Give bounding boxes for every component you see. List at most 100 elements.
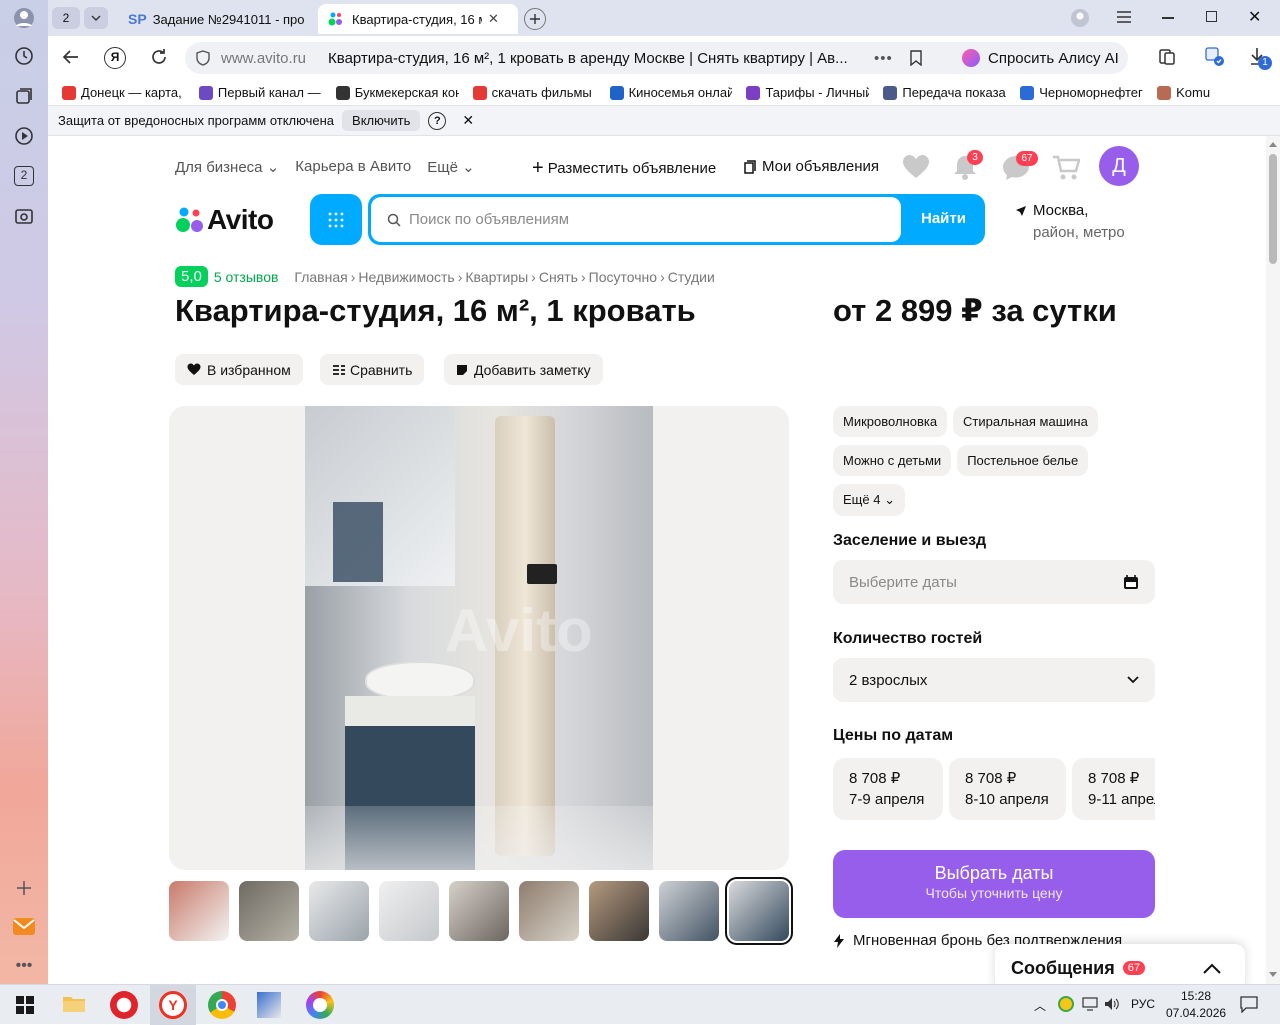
volume-icon[interactable] [1104, 997, 1120, 1014]
notification-center-icon[interactable] [1240, 995, 1258, 1016]
breadcrumb-link[interactable]: Недвижимость [358, 269, 454, 285]
page-scrollbar[interactable] [1266, 136, 1280, 984]
gallery-thumbnail[interactable] [589, 881, 649, 941]
tab-task[interactable]: SP Задание №2941011 - про [118, 4, 314, 34]
date-price-card[interactable]: 8 708 ₽7-9 апреля [833, 758, 943, 820]
tab-avito[interactable]: Квартира-студия, 16 м ✕ [318, 4, 518, 34]
scroll-up-icon[interactable] [1269, 142, 1277, 147]
tray-chevron-up-icon[interactable]: ︿ [1034, 997, 1046, 1014]
user-avatar[interactable]: Д [1099, 146, 1139, 186]
alice-button[interactable]: Спросить Алису AI [952, 42, 1128, 74]
downloads-icon[interactable]: 1 [1248, 46, 1272, 70]
tabs-counter-icon[interactable]: 2 [12, 164, 36, 188]
reload-icon[interactable] [150, 48, 168, 69]
gallery-thumbnail[interactable] [379, 881, 439, 941]
search-button[interactable]: Найти [921, 210, 966, 227]
breadcrumb-link[interactable]: Главная [294, 269, 347, 285]
amenities-more-button[interactable]: Ещё 4 ⌄ [833, 484, 905, 516]
close-window-icon[interactable]: ✕ [1248, 7, 1261, 27]
mail-icon[interactable] [12, 914, 36, 938]
bookmark-item[interactable]: Komu [1157, 85, 1280, 100]
color-wheel-app-icon[interactable] [306, 991, 334, 1019]
nav-more[interactable]: Ещё ⌄ [427, 158, 474, 176]
chevron-up-icon[interactable] [1203, 963, 1221, 974]
menu-icon[interactable] [1116, 10, 1132, 27]
reviews-link[interactable]: 5 отзывов [214, 269, 279, 285]
select-dates-button[interactable]: Выбрать даты Чтобы уточнить цену [833, 850, 1155, 918]
bookmark-item[interactable]: Передача показа [883, 85, 1006, 100]
post-ad-link[interactable]: + Разместить объявление [532, 157, 716, 180]
tab-count[interactable]: 2 [52, 7, 80, 29]
help-icon[interactable]: ? [428, 111, 447, 130]
dates-input[interactable]: Выберите даты [833, 560, 1155, 604]
taskbar-yandex-active[interactable]: Y [150, 985, 196, 1025]
gallery-thumbnail[interactable] [169, 881, 229, 941]
my-ads-link[interactable]: Мои объявления [744, 158, 879, 175]
date-price-card[interactable]: 8 708 ₽8-10 апреля [949, 758, 1066, 820]
gallery-thumbnail[interactable] [659, 881, 719, 941]
gallery-main[interactable]: Avito [169, 406, 789, 870]
play-icon[interactable] [12, 124, 36, 148]
windows-start-icon[interactable] [16, 996, 34, 1017]
breadcrumb-link[interactable]: Квартиры [465, 269, 528, 285]
bookmark-item[interactable]: Киносемья онлай [609, 85, 732, 100]
close-tab-icon[interactable]: ✕ [488, 11, 499, 27]
favorites-icon[interactable] [902, 154, 930, 183]
tray-device-icon[interactable] [1082, 997, 1098, 1014]
chrome-icon[interactable] [208, 991, 236, 1019]
yandex-icon[interactable]: Я [104, 47, 126, 69]
breadcrumb-link[interactable]: Студии [668, 269, 715, 285]
gallery-thumbnail[interactable] [309, 881, 369, 941]
app-icon[interactable] [257, 992, 281, 1018]
bookmark-item[interactable]: Тарифы - Личный [746, 85, 869, 100]
add-icon[interactable] [12, 876, 36, 900]
bookmark-item[interactable]: Донецк — карта, с [62, 85, 185, 100]
chevron-down-icon[interactable] [84, 7, 108, 29]
translate-icon[interactable] [1204, 46, 1226, 71]
gallery-thumbnail[interactable] [239, 881, 299, 941]
gallery-thumbnail[interactable] [519, 881, 579, 941]
more-icon[interactable]: ••• [12, 954, 36, 978]
omnibox[interactable]: www.avito.ru Квартира-студия, 16 м², 1 к… [185, 42, 995, 74]
back-icon[interactable] [62, 48, 80, 69]
location-selector[interactable]: Москва, район, метро [1015, 200, 1125, 244]
account-icon[interactable] [1070, 8, 1090, 31]
guests-select[interactable]: 2 взрослых [833, 658, 1155, 702]
shield-icon[interactable] [195, 50, 211, 66]
cart-icon[interactable] [1052, 155, 1081, 184]
compare-button[interactable]: Сравнить [320, 354, 425, 385]
scroll-down-icon[interactable] [1269, 972, 1277, 977]
messages-icon[interactable]: 67 [1002, 151, 1038, 184]
bookmark-item[interactable]: Первый канал — с [198, 85, 322, 100]
collections-icon[interactable] [12, 84, 36, 108]
enable-protection-button[interactable]: Включить [342, 110, 421, 131]
scrollbar-thumb[interactable] [1269, 154, 1277, 264]
categories-button[interactable] [310, 194, 362, 245]
breadcrumb-link[interactable]: Посуточно [589, 269, 657, 285]
date-price-card[interactable]: 8 708 ₽9-11 апреля [1072, 758, 1155, 820]
more-options-icon[interactable]: ••• [874, 50, 893, 67]
history-icon[interactable] [12, 44, 36, 68]
bookmark-icon[interactable] [909, 50, 923, 66]
bookmark-item[interactable]: Черноморнефтег [1020, 85, 1143, 100]
opera-icon[interactable] [110, 991, 138, 1019]
file-explorer-icon[interactable] [62, 994, 86, 1017]
notifications-icon[interactable]: 3 [953, 150, 983, 183]
bookmark-item[interactable]: Букмекерская кон [335, 85, 459, 100]
favorite-button[interactable]: В избранном [175, 354, 303, 385]
nav-business[interactable]: Для бизнеса ⌄ [175, 158, 279, 176]
screenshot-icon[interactable] [12, 204, 36, 228]
gallery-thumbnail[interactable] [449, 881, 509, 941]
reader-icon[interactable] [1158, 48, 1176, 69]
close-infobar-icon[interactable]: ✕ [462, 112, 474, 129]
bookmark-item[interactable]: скачать фильмы 2 [472, 85, 596, 100]
avito-logo[interactable]: Avito [175, 204, 274, 236]
maximize-icon[interactable] [1206, 11, 1217, 22]
nav-career[interactable]: Карьера в Авито [295, 158, 411, 176]
breadcrumb-link[interactable]: Снять [539, 269, 578, 285]
messages-panel[interactable]: Сообщения 67 [995, 944, 1245, 984]
tray-app-icon[interactable] [1058, 996, 1074, 1012]
clock[interactable]: 15:28 07.04.2026 [1166, 988, 1226, 1022]
minimize-icon[interactable] [1162, 17, 1174, 19]
profile-icon[interactable] [12, 6, 36, 30]
